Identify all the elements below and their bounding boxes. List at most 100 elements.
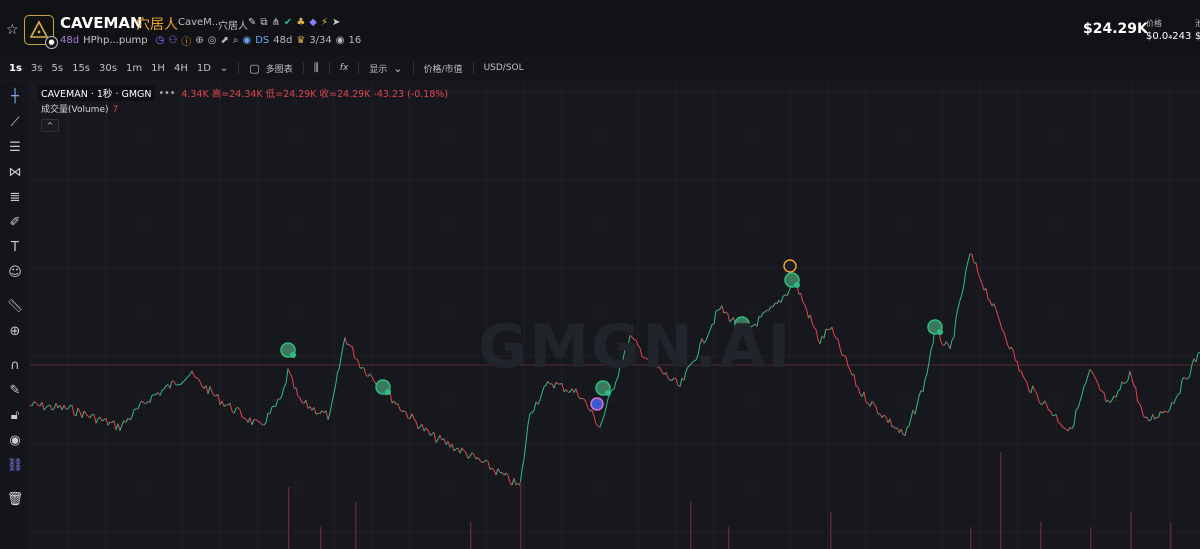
ds-label[interactable]: DS bbox=[255, 35, 269, 46]
eye-icon[interactable]: ◉ bbox=[6, 432, 24, 450]
price-segment bbox=[153, 393, 157, 396]
price-segment bbox=[501, 471, 505, 476]
crosshair-icon[interactable]: ┼ bbox=[6, 88, 24, 106]
timeframe-1h[interactable]: 1H bbox=[151, 63, 165, 74]
price-segment bbox=[1046, 404, 1049, 411]
ds-icon[interactable]: ◉ bbox=[242, 35, 251, 46]
legend-title[interactable]: CAVEMAN · 1秒 · GMGN bbox=[38, 85, 155, 101]
lock-draw-icon[interactable]: ✎ bbox=[6, 382, 24, 400]
price-segment bbox=[1179, 379, 1183, 394]
price-mcap-toggle[interactable]: 价格/市值 bbox=[424, 62, 463, 75]
price-segment bbox=[93, 414, 97, 424]
text-icon[interactable]: T bbox=[6, 239, 24, 257]
price-segment bbox=[541, 386, 545, 394]
fib-icon[interactable]: ≣ bbox=[6, 189, 24, 207]
search-icon[interactable]: ⌕ bbox=[233, 35, 239, 46]
copy-icon[interactable]: ⧉ bbox=[260, 17, 267, 28]
legend-menu-icon[interactable]: ••• bbox=[159, 88, 176, 99]
display-dropdown-icon[interactable]: ⌄ bbox=[393, 62, 402, 75]
indicators-button[interactable]: fx bbox=[340, 63, 349, 73]
telegram-icon[interactable]: ➤ bbox=[332, 17, 340, 28]
pattern-icon[interactable]: ⋈ bbox=[6, 164, 24, 182]
timeframe-1s[interactable]: 1s bbox=[9, 63, 22, 74]
price-segment bbox=[1003, 331, 1007, 339]
price-segment bbox=[1032, 385, 1036, 392]
price-segment bbox=[965, 261, 969, 270]
pair-address[interactable]: HPhp...pump bbox=[83, 35, 148, 46]
ds-age: 48d bbox=[273, 35, 293, 46]
price-segment bbox=[1154, 416, 1157, 420]
volume-bar bbox=[1090, 527, 1092, 549]
external-link-icon[interactable]: ⬈ bbox=[220, 35, 228, 46]
price-segment bbox=[451, 443, 455, 452]
channel-icon[interactable]: ☰ bbox=[6, 139, 24, 157]
volume-bar bbox=[1000, 452, 1002, 549]
price-segment bbox=[342, 337, 346, 346]
favorite-star-icon[interactable]: ☆ bbox=[6, 22, 19, 38]
price-segment bbox=[355, 358, 359, 361]
timeframe-30s[interactable]: 30s bbox=[99, 63, 117, 74]
volume-bar bbox=[1170, 522, 1172, 549]
emoji-icon[interactable]: ☺ bbox=[6, 264, 24, 282]
multi-chart-button[interactable]: 多图表 bbox=[266, 62, 293, 75]
price-segment bbox=[1073, 410, 1077, 425]
timeframe-4h[interactable]: 4H bbox=[174, 63, 188, 74]
price-segment bbox=[961, 284, 965, 294]
price-segment bbox=[883, 414, 887, 418]
price-segment bbox=[461, 447, 465, 451]
price-segment bbox=[1146, 416, 1150, 422]
globe-icon[interactable]: ⊕ bbox=[195, 35, 203, 46]
price-segment bbox=[1121, 381, 1125, 384]
price-segment bbox=[491, 467, 495, 471]
currency-toggle[interactable]: USD/SOL bbox=[484, 63, 524, 73]
edit-icon[interactable]: ✎ bbox=[248, 17, 256, 28]
price-segment bbox=[587, 407, 591, 412]
display-button[interactable]: 显示 bbox=[369, 62, 387, 75]
timeframe-15s[interactable]: 15s bbox=[72, 63, 90, 74]
timeframe-1d[interactable]: 1D bbox=[197, 63, 211, 74]
price-segment bbox=[875, 406, 879, 415]
price-segment bbox=[786, 291, 790, 297]
price-segment bbox=[1101, 390, 1105, 393]
lock-icon[interactable]: 🔓︎ bbox=[6, 407, 24, 425]
magnet-icon[interactable]: ∩ bbox=[6, 357, 24, 375]
price-segment bbox=[471, 452, 475, 455]
info-icon[interactable]: ⓘ bbox=[181, 33, 191, 48]
price-segment bbox=[354, 357, 357, 360]
price-segment bbox=[1140, 406, 1144, 416]
price-segment bbox=[413, 418, 417, 422]
price-segment bbox=[1059, 423, 1063, 427]
price-segment bbox=[479, 460, 483, 463]
price-segment bbox=[31, 401, 35, 407]
candle-style-icon[interactable]: ⫼ bbox=[314, 61, 319, 75]
community-icon[interactable]: ♣ bbox=[296, 17, 305, 28]
collapse-legend-button[interactable]: ^ bbox=[41, 119, 59, 132]
timeframe-3s[interactable]: 3s bbox=[31, 63, 43, 74]
price-segment bbox=[281, 387, 285, 396]
trash-icon[interactable]: 🗑︎ bbox=[6, 491, 24, 509]
volume-value: 7 bbox=[112, 105, 119, 115]
target-icon[interactable]: ◎ bbox=[208, 35, 217, 46]
price-segment bbox=[313, 407, 317, 415]
brush-icon[interactable]: ✐ bbox=[6, 214, 24, 232]
multi-chart-icon[interactable]: ▢ bbox=[249, 62, 259, 75]
zoom-in-icon[interactable]: ⊕ bbox=[6, 323, 24, 341]
header-action-icons: ✎ ⧉ ⋔ ✔ ♣ ◆ ⚡ ➤ bbox=[248, 17, 340, 28]
share-icon[interactable]: ⋔ bbox=[272, 17, 280, 28]
link-icon[interactable]: ⛓︎ bbox=[6, 457, 24, 475]
timeframe-1m[interactable]: 1m bbox=[126, 63, 142, 74]
price-segment bbox=[335, 372, 338, 386]
price-segment bbox=[1011, 346, 1014, 352]
price-segment bbox=[806, 309, 809, 319]
price-segment bbox=[291, 376, 295, 389]
timeframe-dropdown-icon[interactable]: ⌄ bbox=[220, 63, 228, 74]
ruler-icon[interactable]: 📏︎ bbox=[6, 298, 24, 316]
price-segment bbox=[583, 398, 587, 403]
price-segment bbox=[513, 478, 517, 485]
timeframe-5s[interactable]: 5s bbox=[52, 63, 64, 74]
price-segment bbox=[35, 402, 39, 406]
trendline-icon[interactable]: ⟋ bbox=[6, 114, 24, 132]
price-segment bbox=[571, 388, 575, 393]
price-segment bbox=[89, 414, 93, 419]
price-segment bbox=[780, 296, 784, 303]
